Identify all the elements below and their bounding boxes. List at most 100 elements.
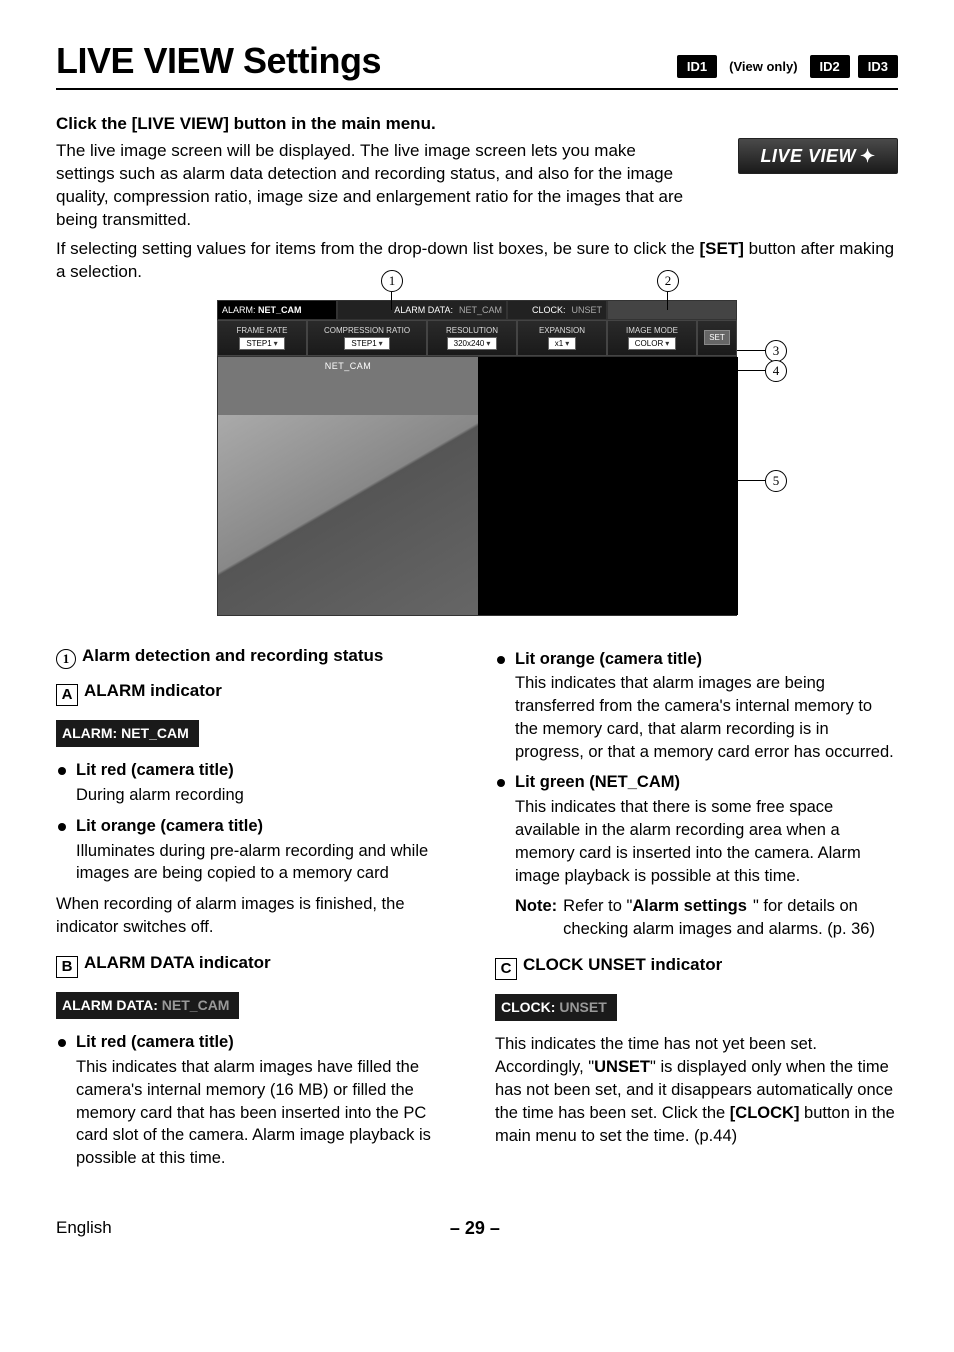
callout-2: 2 — [657, 270, 679, 292]
A-bullet-1-head: Lit red (camera title) — [76, 761, 234, 779]
callout-line-2 — [667, 292, 668, 310]
framerate-cell: FRAME RATE STEP1 — [217, 320, 307, 356]
figure-cam-right — [478, 357, 738, 615]
expansion-head: EXPANSION — [539, 326, 585, 335]
A-bullet-2: Lit orange (camera title) — [56, 815, 459, 838]
A-bullet-1: Lit red (camera title) — [56, 759, 459, 782]
badge-id1: ID1 — [677, 55, 717, 78]
callout-3: 3 — [765, 340, 787, 362]
note-row: Note: Refer to "Alarm settings" for deta… — [515, 895, 898, 941]
A-bullet-2-body: Illuminates during pre-alarm recording a… — [76, 840, 459, 886]
badge-viewonly: (View only) — [725, 59, 801, 74]
page-title: LIVE VIEW Settings — [56, 40, 381, 82]
figure-cam-title: NET_CAM — [325, 361, 372, 371]
cursor-icon: ✦ — [860, 146, 876, 167]
figure-blank-cell — [607, 300, 737, 320]
framerate-dropdown[interactable]: STEP1 — [239, 337, 284, 350]
clock-label-strip-b: UNSET — [559, 999, 606, 1015]
footer-lang: English — [56, 1218, 112, 1238]
set-cell: SET — [697, 320, 737, 356]
live-view-button[interactable]: LIVE VIEW ✦ — [738, 138, 898, 174]
C-para: This indicates the time has not yet been… — [495, 1033, 898, 1147]
section-A-head: A ALARM indicator — [56, 679, 459, 706]
note-label: Note: — [515, 895, 557, 941]
imagemode-head: IMAGE MODE — [626, 326, 678, 335]
resolution-cell: RESOLUTION 320x240 — [427, 320, 517, 356]
imagemode-cell: IMAGE MODE COLOR — [607, 320, 697, 356]
B-bullet-1-head: Lit red (camera title) — [76, 1033, 234, 1051]
intro-para1: The live image screen will be displayed.… — [56, 140, 696, 232]
section-1-title: Alarm detection and recording status — [82, 646, 383, 665]
figure-camview: NET_CAM — [217, 356, 737, 616]
section-B-letter: B — [56, 956, 78, 978]
section-1-head: 1 Alarm detection and recording status — [56, 644, 459, 669]
alarmdata-label-strip-a: ALARM DATA: — [62, 997, 158, 1013]
R-bullet-2-head: Lit green (NET_CAM) — [515, 773, 680, 791]
intro-para2-b: [SET] — [699, 239, 743, 258]
id-badges: ID1 (View only) ID2 ID3 — [677, 55, 898, 78]
note-text: Refer to "Alarm settings" for details on… — [563, 895, 898, 941]
imagemode-dropdown[interactable]: COLOR — [628, 337, 676, 350]
compression-dropdown[interactable]: STEP1 — [344, 337, 389, 350]
badge-id3: ID3 — [858, 55, 898, 78]
figure-alarm-cell: ALARM: NET_CAM — [217, 300, 337, 320]
clock-label-strip: CLOCK: UNSET — [495, 994, 617, 1021]
B-bullet-1-body: This indicates that alarm images have fi… — [76, 1056, 459, 1170]
badge-id2: ID2 — [810, 55, 850, 78]
A-para: When recording of alarm images is finish… — [56, 893, 459, 939]
intro-section: Click the [LIVE VIEW] button in the main… — [56, 114, 898, 284]
figure-cam-left: NET_CAM — [218, 357, 478, 615]
alarm-label-strip: ALARM: NET_CAM — [56, 720, 199, 747]
compression-head: COMPRESSION RATIO — [324, 326, 410, 335]
alarmdata-label-strip: ALARM DATA: NET_CAM — [56, 992, 239, 1019]
note-b: Alarm settings — [632, 897, 747, 915]
callout-line-1 — [391, 292, 392, 310]
resolution-dropdown[interactable]: 320x240 — [447, 337, 498, 350]
footer-page: – 29 – — [450, 1218, 500, 1239]
expansion-cell: EXPANSION x1 — [517, 320, 607, 356]
callout-5: 5 — [765, 470, 787, 492]
framerate-head: FRAME RATE — [237, 326, 288, 335]
alarm-label-strip-a: ALARM: — [62, 725, 117, 741]
A-bullet-2-head: Lit orange (camera title) — [76, 817, 263, 835]
figure-ui: ALARM: NET_CAM ALARM DATA: NET_CAM CLOCK… — [217, 300, 737, 616]
figure: 1 2 3 4 5 ALARM: NET_CAM ALARM DATA: NET… — [217, 300, 737, 620]
figure-alarmdata-label: ALARM DATA: — [394, 305, 453, 315]
R-bullet-1: Lit orange (camera title) — [495, 648, 898, 671]
R-bullet-2: Lit green (NET_CAM) — [495, 771, 898, 794]
figure-alarmdata-value: NET_CAM — [459, 305, 502, 315]
callout-line-3 — [737, 350, 765, 351]
section-A-title: ALARM indicator — [84, 681, 222, 700]
R-bullet-2-body: This indicates that there is some free s… — [515, 796, 898, 887]
callout-4: 4 — [765, 360, 787, 382]
footer: English – 29 – — [0, 1218, 954, 1267]
figure-cam-image — [218, 415, 478, 615]
R-bullet-1-body: This indicates that alarm images are bei… — [515, 672, 898, 763]
R-bullet-1-head: Lit orange (camera title) — [515, 650, 702, 668]
clock-label-strip-a: CLOCK: — [501, 999, 555, 1015]
figure-alarm-label: ALARM: — [222, 305, 256, 315]
section-1-number: 1 — [56, 649, 76, 669]
page-header: LIVE VIEW Settings ID1 (View only) ID2 I… — [56, 40, 898, 90]
compression-cell: COMPRESSION RATIO STEP1 — [307, 320, 427, 356]
intro-para2: If selecting setting values for items fr… — [56, 238, 898, 284]
figure-clock-value: UNSET — [571, 305, 602, 315]
expansion-dropdown[interactable]: x1 — [548, 337, 576, 350]
section-A-letter: A — [56, 684, 78, 706]
alarm-label-strip-b: NET_CAM — [121, 725, 189, 741]
section-C-head: CCLOCK UNSET indicator — [495, 953, 898, 980]
C-para-b: UNSET — [594, 1058, 650, 1076]
figure-wrap: 1 2 3 4 5 ALARM: NET_CAM ALARM DATA: NET… — [56, 300, 898, 620]
intro-para2-a: If selecting setting values for items fr… — [56, 239, 699, 258]
alarmdata-label-strip-b: NET_CAM — [162, 997, 230, 1013]
A-bullet-1-body: During alarm recording — [76, 784, 459, 807]
note-a: Refer to " — [563, 897, 632, 915]
set-button[interactable]: SET — [704, 330, 730, 345]
resolution-head: RESOLUTION — [446, 326, 498, 335]
figure-clock-label: CLOCK: — [532, 305, 566, 315]
right-column: Lit orange (camera title) This indicates… — [495, 644, 898, 1178]
live-view-button-label: LIVE VIEW — [760, 146, 856, 167]
section-C-letter: C — [495, 958, 517, 980]
section-B-title: ALARM DATA indicator — [84, 953, 271, 972]
intro-lead: Click the [LIVE VIEW] button in the main… — [56, 114, 898, 134]
